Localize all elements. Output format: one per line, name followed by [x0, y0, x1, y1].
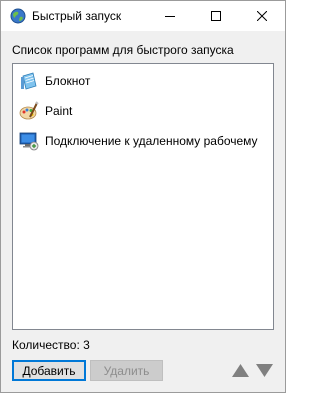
window-title: Быстрый запуск	[32, 9, 122, 23]
move-up-button[interactable]	[230, 360, 251, 381]
title-bar[interactable]: Быстрый запуск	[1, 1, 285, 31]
list-item-label: Блокнот	[45, 74, 91, 88]
close-icon	[257, 11, 267, 21]
paint-icon	[19, 101, 39, 121]
add-button[interactable]: Добавить	[12, 360, 86, 381]
list-item[interactable]: Блокнот	[19, 70, 90, 92]
delete-button[interactable]: Удалить	[90, 360, 163, 381]
close-button[interactable]	[239, 1, 285, 31]
maximize-button[interactable]	[193, 1, 239, 31]
move-down-icon	[256, 364, 273, 377]
list-item[interactable]: Paint	[19, 100, 72, 122]
notepad-icon	[19, 71, 39, 91]
list-item-label: Paint	[45, 104, 73, 118]
remote-desktop-icon	[19, 131, 39, 151]
minimize-icon	[165, 16, 175, 17]
list-item[interactable]: Подключение к удаленному рабочему	[19, 130, 258, 152]
maximize-icon	[211, 11, 221, 21]
item-count: Количество: 3	[12, 338, 90, 352]
move-up-icon	[232, 364, 249, 377]
list-caption: Список программ для быстрого запуска	[12, 43, 234, 57]
quick-launch-window: Быстрый запуск Список программ для быстр…	[0, 0, 286, 393]
minimize-button[interactable]	[147, 1, 193, 31]
move-down-button[interactable]	[254, 360, 275, 381]
globe-icon	[10, 8, 26, 24]
list-item-label: Подключение к удаленному рабочему	[45, 134, 258, 148]
program-list[interactable]: Блокнот Paint Подключение к удаленному р…	[12, 63, 274, 330]
